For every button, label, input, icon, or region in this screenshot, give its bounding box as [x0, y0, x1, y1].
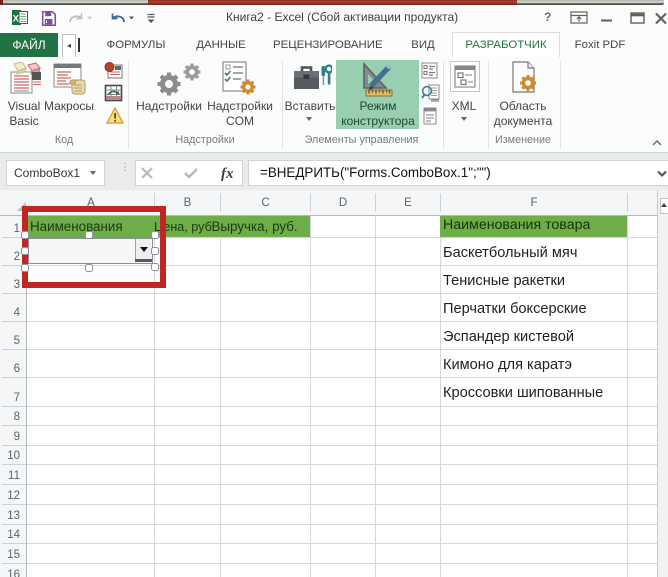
- svg-text:X: X: [13, 14, 20, 25]
- svg-text:fx: fx: [221, 166, 234, 182]
